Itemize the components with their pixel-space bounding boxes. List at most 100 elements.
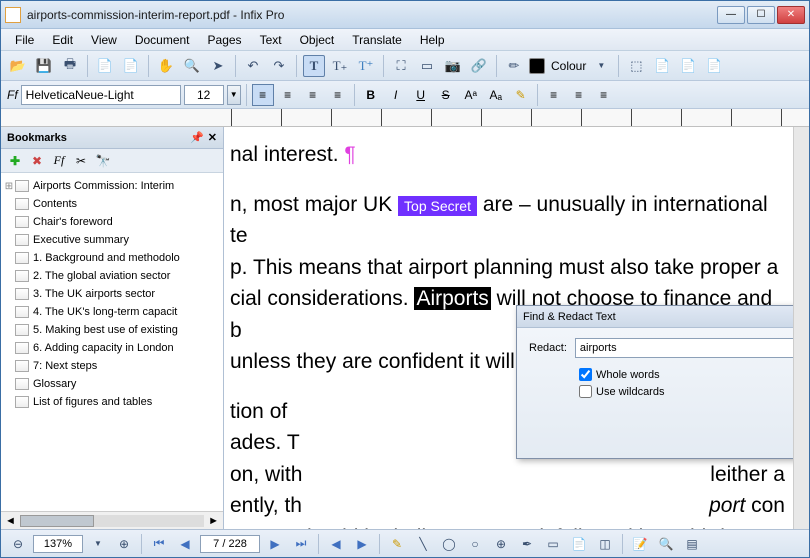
rect-icon[interactable]: ▭ bbox=[416, 55, 438, 77]
align-justify-icon[interactable]: ≡ bbox=[327, 84, 349, 106]
panel-close-icon[interactable]: ✕ bbox=[208, 131, 217, 144]
zoom-out-icon[interactable]: ⊖ bbox=[7, 534, 29, 554]
camera-icon[interactable]: 📷 bbox=[442, 55, 464, 77]
menu-help[interactable]: Help bbox=[412, 31, 453, 49]
font-size-dropdown-icon[interactable]: ▼ bbox=[227, 85, 241, 105]
sticky-note-icon[interactable]: 📝 bbox=[629, 534, 651, 554]
new-page-icon[interactable]: 📄 bbox=[94, 55, 116, 77]
nav-back-icon[interactable]: ◀ bbox=[325, 534, 347, 554]
minimize-button[interactable]: — bbox=[717, 6, 745, 24]
zoom-in-icon[interactable]: ⊕ bbox=[113, 534, 135, 554]
redact-label: Redact: bbox=[529, 342, 567, 354]
menu-translate[interactable]: Translate bbox=[344, 31, 410, 49]
undo-icon[interactable]: ↶ bbox=[242, 55, 264, 77]
text-plus-icon[interactable]: T₊ bbox=[329, 55, 351, 77]
bookmarks-tree[interactable]: ⊞Airports Commission: Interim Contents C… bbox=[1, 173, 223, 511]
strikethrough-icon[interactable]: S bbox=[435, 84, 457, 106]
menu-view[interactable]: View bbox=[83, 31, 125, 49]
zoom-tool-icon[interactable]: 🔍 bbox=[181, 55, 203, 77]
link-icon[interactable]: 🔗 bbox=[468, 55, 490, 77]
note-tool-icon[interactable]: 📄 bbox=[568, 534, 590, 554]
save-icon[interactable]: 💾 bbox=[33, 55, 55, 77]
font-family-select[interactable]: HelveticaNeue-Light bbox=[21, 85, 181, 105]
menu-pages[interactable]: Pages bbox=[200, 31, 250, 49]
bookmark-font-icon[interactable]: Ff bbox=[51, 153, 67, 169]
font-size-input[interactable]: 12 bbox=[184, 85, 224, 105]
stamp-tool-icon[interactable]: ◫ bbox=[594, 534, 616, 554]
bookmark-item: 7: Next steps bbox=[3, 357, 221, 375]
ellipse-tool-icon[interactable]: ◯ bbox=[438, 534, 460, 554]
italic-icon[interactable]: I bbox=[385, 84, 407, 106]
delete-page-icon[interactable]: 📄 bbox=[703, 55, 725, 77]
eyedropper-icon[interactable]: ✏ bbox=[503, 55, 525, 77]
close-button[interactable]: ✕ bbox=[777, 6, 805, 24]
pin-icon[interactable]: 📌 bbox=[190, 131, 204, 144]
nav-forward-icon[interactable]: ▶ bbox=[351, 534, 373, 554]
zoom-dropdown-icon[interactable]: ▼ bbox=[87, 534, 109, 554]
whole-words-checkbox[interactable] bbox=[579, 368, 592, 381]
print-icon[interactable]: 🖶 bbox=[59, 55, 81, 77]
bookmark-find-icon[interactable]: ✂ bbox=[73, 153, 89, 169]
document-area[interactable]: nal interest. ¶ n, most major UK Top Sec… bbox=[224, 127, 793, 529]
menu-file[interactable]: File bbox=[7, 31, 42, 49]
redo-icon[interactable]: ↷ bbox=[268, 55, 290, 77]
bookmarks-hscrollbar[interactable]: ◄ ► bbox=[1, 511, 223, 529]
pen-tool-icon[interactable]: ✒ bbox=[516, 534, 538, 554]
redact-search-input[interactable]: airports ▼ bbox=[575, 338, 793, 358]
insert-field-icon[interactable]: ⬚ bbox=[625, 55, 647, 77]
line-tool-icon[interactable]: ╲ bbox=[412, 534, 434, 554]
menu-document[interactable]: Document bbox=[127, 31, 198, 49]
zoom-level-input[interactable]: 137% bbox=[33, 535, 83, 553]
circle-tool-icon[interactable]: ○ bbox=[464, 534, 486, 554]
colour-swatch-icon[interactable] bbox=[529, 58, 545, 74]
prev-page-icon[interactable]: ◀ bbox=[174, 534, 196, 554]
menu-edit[interactable]: Edit bbox=[44, 31, 81, 49]
next-page-tool-icon[interactable]: 📄 bbox=[120, 55, 142, 77]
highlight-icon[interactable]: ✎ bbox=[510, 84, 532, 106]
underline-icon[interactable]: U bbox=[410, 84, 432, 106]
bookmark-item: 4. The UK's long-term capacit bbox=[3, 303, 221, 321]
toggle-view-icon[interactable]: ▤ bbox=[681, 534, 703, 554]
bookmark-item: 3. The UK airports sector bbox=[3, 285, 221, 303]
page-number-input[interactable]: 7 / 228 bbox=[200, 535, 260, 553]
pointer-tool-icon[interactable]: ➤ bbox=[207, 55, 229, 77]
vertical-scrollbar[interactable] bbox=[793, 127, 809, 529]
hand-tool-icon[interactable]: ✋ bbox=[155, 55, 177, 77]
add-tool-icon[interactable]: ⊕ bbox=[490, 534, 512, 554]
remove-page-icon[interactable]: 📄 bbox=[677, 55, 699, 77]
pencil-tool-icon[interactable]: ✎ bbox=[386, 534, 408, 554]
main-toolbar: 📂 💾 🖶 📄 📄 ✋ 🔍 ➤ ↶ ↷ T T₊ T⁺ ⛶ ▭ 📷 🔗 ✏ Co… bbox=[1, 51, 809, 81]
align-right-icon[interactable]: ≡ bbox=[302, 84, 324, 106]
bookmark-item: 2. The global aviation sector bbox=[3, 267, 221, 285]
rectangle-tool-icon[interactable]: ▭ bbox=[542, 534, 564, 554]
superscript-icon[interactable]: Aᵃ bbox=[460, 84, 482, 106]
align-center-icon[interactable]: ≡ bbox=[277, 84, 299, 106]
text-tool-icon[interactable]: T bbox=[303, 55, 325, 77]
menu-text[interactable]: Text bbox=[252, 31, 290, 49]
highlighted-text: Airports bbox=[414, 287, 490, 310]
wildcards-checkbox[interactable] bbox=[579, 385, 592, 398]
bookmark-item: Chair's foreword bbox=[3, 213, 221, 231]
last-page-icon[interactable]: ⏭ bbox=[290, 534, 312, 554]
bookmark-delete-icon[interactable]: ✖ bbox=[29, 153, 45, 169]
align-left-icon[interactable]: ≡ bbox=[252, 84, 274, 106]
zoom-status-icon[interactable]: 🔍 bbox=[655, 534, 677, 554]
add-page-icon[interactable]: 📄 bbox=[651, 55, 673, 77]
line-spacing1-icon[interactable]: ≡ bbox=[543, 84, 565, 106]
bookmark-add-icon[interactable]: ✚ bbox=[7, 153, 23, 169]
bold-icon[interactable]: B bbox=[360, 84, 382, 106]
bookmark-binoculars-icon[interactable]: 🔭 bbox=[95, 153, 111, 169]
crop-icon[interactable]: ⛶ bbox=[390, 55, 412, 77]
bookmark-item: ⊞Airports Commission: Interim bbox=[3, 177, 221, 195]
open-icon[interactable]: 📂 bbox=[7, 55, 29, 77]
maximize-button[interactable]: ☐ bbox=[747, 6, 775, 24]
next-page-icon[interactable]: ▶ bbox=[264, 534, 286, 554]
text-edit-icon[interactable]: T⁺ bbox=[355, 55, 377, 77]
menu-object[interactable]: Object bbox=[292, 31, 343, 49]
first-page-icon[interactable]: ⏮ bbox=[148, 534, 170, 554]
colour-dropdown-icon[interactable]: ▼ bbox=[590, 55, 612, 77]
line-spacing2-icon[interactable]: ≡ bbox=[568, 84, 590, 106]
subscript-icon[interactable]: Aₐ bbox=[485, 84, 507, 106]
line-spacing3-icon[interactable]: ≡ bbox=[593, 84, 615, 106]
bookmark-item: 5. Making best use of existing bbox=[3, 321, 221, 339]
